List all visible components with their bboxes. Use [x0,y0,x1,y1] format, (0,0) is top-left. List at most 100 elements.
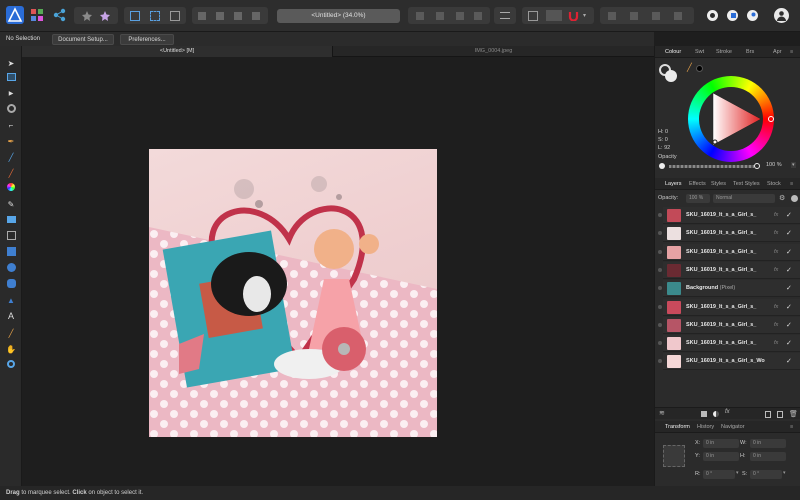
transform-menu-icon[interactable]: ≡ [790,421,793,433]
align-top-icon[interactable] [474,12,482,20]
hand-tool-icon[interactable]: ✋ [5,344,17,355]
tab-stock[interactable]: Stock [767,178,781,190]
tab-stroke[interactable]: Stroke [716,46,732,58]
layer-visible-checkbox[interactable]: ✓ [786,353,792,370]
healing-tool-icon[interactable] [5,231,17,242]
layer-lock-icon[interactable] [791,195,798,202]
shear-dropdown-icon[interactable]: ▾ [783,470,786,476]
layer-visible-checkbox[interactable]: ✓ [786,262,792,279]
rotation-dropdown-icon[interactable]: ▾ [736,470,739,476]
layer-visibility-dot-icon[interactable] [658,267,662,272]
opacity-slider[interactable] [669,165,754,168]
layer-row[interactable]: SKU_16019_It_s_a_Girl_s_ fx ✓ [658,261,800,279]
ellipse-tool-icon[interactable] [5,263,17,274]
liquify-persona-icon[interactable] [82,11,92,21]
opacity-value[interactable]: 100 % [766,162,782,168]
layer-visible-checkbox[interactable]: ✓ [786,299,792,316]
layer-fx-icon[interactable]: fx [774,262,778,279]
chevron-down-icon[interactable]: ▾ [583,12,586,19]
preferences-button[interactable]: Preferences... [120,34,174,45]
layer-visible-checkbox[interactable]: ✓ [786,335,792,352]
layer-visible-checkbox[interactable]: ✓ [786,317,792,334]
clone-tool-icon[interactable] [5,215,17,226]
layer-row[interactable]: SKU_16019_It_s_a_Girl_s_ fx ✓ [658,207,800,224]
layer-visibility-dot-icon[interactable] [658,231,662,236]
layer-row[interactable]: Background (Pixel) ✓ [658,280,800,298]
w-field[interactable]: 0 in [750,439,786,448]
align-center-icon[interactable] [436,12,444,20]
pen-tool-icon[interactable]: ✒ [5,136,17,147]
rectangle-tool-icon[interactable] [5,247,17,258]
zoom-tool-icon[interactable] [5,360,17,371]
snapping-magnet-icon[interactable] [568,10,579,22]
blend-mode-select[interactable]: Normal [713,194,775,203]
eyedropper-tool-icon[interactable]: ╱ [5,328,17,339]
mode-subtract-icon[interactable] [252,12,260,20]
layer-visible-checkbox[interactable]: ✓ [786,244,792,261]
tab-brushes[interactable]: Brs [746,46,754,58]
layer-fx-icon[interactable]: fx [774,225,778,242]
quick-mask-icon[interactable] [198,12,206,20]
colour-wheel[interactable] [688,76,774,162]
layer-visible-checkbox[interactable]: ✓ [786,207,792,224]
share-persona-icon[interactable] [52,8,66,22]
tab-styles[interactable]: Styles [711,178,726,190]
layer-row[interactable]: SKU_16019_It_s_a_Girl_s_ fx ✓ [658,316,800,334]
layer-fx-icon[interactable]: fx [725,409,730,415]
document-artwork[interactable] [149,149,437,437]
studio-icon[interactable] [726,9,739,22]
layer-fx-icon[interactable]: fx [774,244,778,261]
help-icon[interactable] [746,9,759,22]
layer-row[interactable]: SKU_16019_It_s_a_Girl_s_Wo ✓ [658,353,800,371]
rounded-rect-tool-icon[interactable] [5,279,17,290]
tab-swatches[interactable]: Swt [695,46,704,58]
affinity-photo-logo[interactable] [6,6,24,24]
color-eyedropper-icon[interactable]: ╱ [687,64,695,72]
document-title-button[interactable]: <Untitled> (34.0%) [277,9,400,23]
move-tool-icon[interactable]: ➤ [5,58,17,69]
chat-icon[interactable] [706,9,719,22]
layer-visibility-dot-icon[interactable] [658,359,662,364]
layer-opacity-field[interactable]: 100 % [686,194,710,203]
layer-visibility-dot-icon[interactable] [658,213,662,217]
opacity-slider-thumb[interactable] [754,163,760,169]
anchor-point-selector[interactable] [663,445,685,467]
layers-menu-icon[interactable]: ≡ [790,178,793,190]
pixel-brush-icon[interactable]: ╱ [5,168,17,179]
arrange-button[interactable] [494,7,516,24]
color-picker-icon[interactable] [5,183,17,194]
layer-row[interactable]: SKU_16019_It_s_a_Girl_s_ fx ✓ [658,225,800,243]
layer-visibility-dot-icon[interactable] [658,286,662,291]
tab-untitled[interactable]: <Untitled> [M] [22,46,332,57]
layer-fx-icon[interactable]: fx [774,317,778,334]
develop-persona-icon[interactable] [100,11,110,21]
deselect-icon[interactable] [150,11,160,21]
tab-colour[interactable]: Colour [665,46,681,58]
marquee-tool-icon[interactable] [5,73,17,84]
rotation-field[interactable]: 0 ° [703,470,735,479]
delete-layer-icon[interactable]: 🗑 [789,410,798,418]
layer-visible-checkbox[interactable]: ✓ [786,280,792,297]
pixel-persona-icon[interactable] [30,8,44,22]
assistant-icon[interactable] [546,10,562,21]
move-back-icon[interactable] [608,12,616,20]
paint-brush-icon[interactable]: ╱ [5,152,17,163]
text-tool-icon[interactable]: A [5,311,17,322]
select-all-icon[interactable] [130,11,140,21]
shear-field[interactable]: 0 ° [750,470,782,479]
h-field[interactable]: 0 in [750,452,786,461]
move-to-back-icon[interactable] [652,12,660,20]
tab-img-0004[interactable]: IMG_0004.jpeg [332,46,654,57]
layer-stack-icon[interactable]: ≋ [659,409,665,417]
layer-settings-gear-icon[interactable]: ⚙ [779,194,785,202]
layer-fx-icon[interactable]: fx [774,207,778,224]
refine-icon[interactable] [216,12,224,20]
y-field[interactable]: 0 in [703,452,739,461]
align-left-icon[interactable] [416,12,424,20]
add-layer-icon[interactable] [765,411,771,418]
layer-row[interactable]: SKU_16019_It_s_a_Girl_s_ fx ✓ [658,243,800,261]
layer-fx-icon[interactable]: fx [774,299,778,316]
tab-navigator[interactable]: Navigator [721,421,745,433]
move-forward-icon[interactable] [630,12,638,20]
mask-layer-icon[interactable] [701,411,707,417]
